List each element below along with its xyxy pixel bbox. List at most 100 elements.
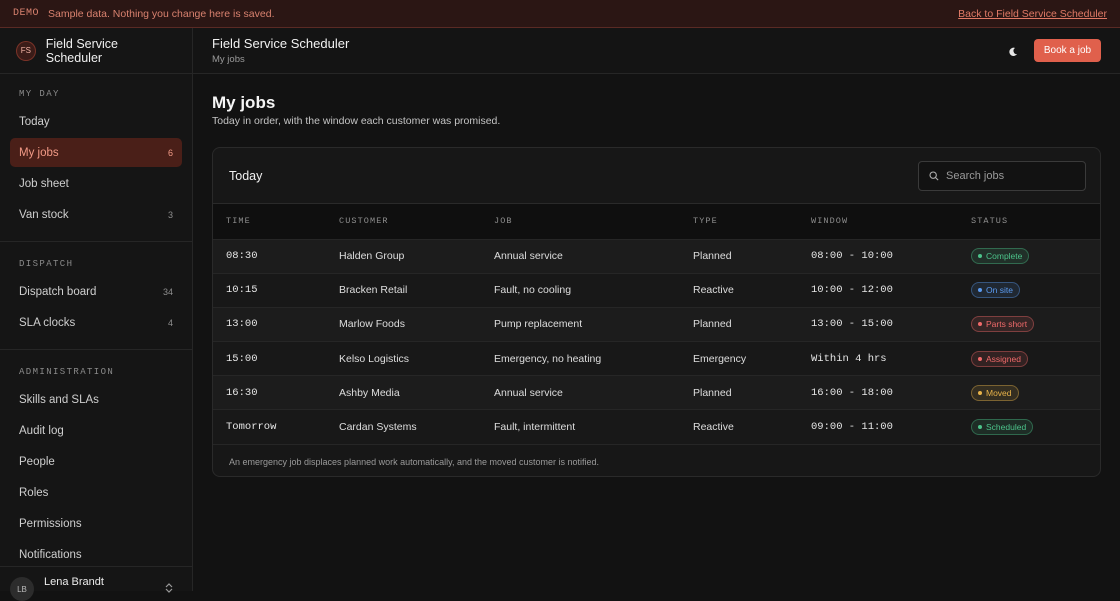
cell-job: Fault, intermittent bbox=[481, 410, 680, 444]
sidebar-nav: MY DAYTodayMy jobs6Job sheetVan stock3DI… bbox=[0, 74, 192, 591]
search-box[interactable] bbox=[918, 161, 1086, 191]
cell-type: Planned bbox=[680, 307, 798, 341]
top-header: Field Service Scheduler My jobs Book a j… bbox=[193, 28, 1120, 74]
page-title: My jobs bbox=[212, 93, 275, 113]
sidebar-item-notifications[interactable]: Notifications bbox=[10, 540, 182, 569]
sidebar-item-label: Permissions bbox=[19, 518, 82, 530]
cell-customer: Halden Group bbox=[326, 239, 481, 273]
cell-status: Complete bbox=[958, 239, 1101, 273]
cell-type: Emergency bbox=[680, 342, 798, 376]
nav-section-title: MY DAY bbox=[0, 89, 192, 99]
cell-time: 08:30 bbox=[213, 239, 326, 273]
cell-job: Emergency, no heating bbox=[481, 342, 680, 376]
book-job-button[interactable]: Book a job bbox=[1034, 39, 1101, 62]
cell-status: Scheduled bbox=[958, 410, 1101, 444]
sidebar-item-label: Job sheet bbox=[19, 178, 69, 190]
column-header-status[interactable]: STATUS bbox=[958, 204, 1101, 239]
table-row[interactable]: 15:00Kelso LogisticsEmergency, no heatin… bbox=[213, 342, 1101, 376]
theme-toggle-button[interactable] bbox=[1003, 42, 1023, 62]
cell-status: Assigned bbox=[958, 342, 1101, 376]
user-footer[interactable]: LB Lena Brandt bbox=[0, 566, 192, 591]
status-dot bbox=[978, 254, 982, 258]
status-label: Scheduled bbox=[986, 422, 1026, 432]
cell-window: 16:00 - 18:00 bbox=[798, 376, 958, 410]
sidebar-item-count: 4 bbox=[168, 318, 173, 328]
brand[interactable]: FS Field Service Scheduler bbox=[0, 28, 192, 74]
cell-customer: Marlow Foods bbox=[326, 307, 481, 341]
cell-status: On site bbox=[958, 273, 1101, 307]
cell-type: Reactive bbox=[680, 410, 798, 444]
nav-section-title: ADMINISTRATION bbox=[0, 367, 192, 377]
page-subtitle: Today in order, with the window each cus… bbox=[212, 115, 500, 127]
sidebar: FS Field Service Scheduler MY DAYTodayMy… bbox=[0, 28, 193, 591]
cell-window: 10:00 - 12:00 bbox=[798, 273, 958, 307]
card-footnote: An emergency job displaces planned work … bbox=[213, 444, 1100, 477]
back-link[interactable]: Back to Field Service Scheduler bbox=[958, 8, 1107, 20]
status-dot bbox=[978, 425, 982, 429]
sidebar-item-permissions[interactable]: Permissions bbox=[10, 509, 182, 538]
search-icon bbox=[929, 171, 939, 181]
status-dot bbox=[978, 391, 982, 395]
sidebar-item-label: Roles bbox=[19, 487, 48, 499]
brand-logo: FS bbox=[16, 41, 36, 61]
cell-type: Planned bbox=[680, 376, 798, 410]
moon-icon bbox=[1008, 47, 1018, 57]
demo-message: Sample data. Nothing you change here is … bbox=[48, 8, 274, 20]
status-badge: Moved bbox=[971, 385, 1019, 401]
sidebar-item-audit-log[interactable]: Audit log bbox=[10, 416, 182, 445]
table-row[interactable]: 16:30Ashby MediaAnnual servicePlanned16:… bbox=[213, 376, 1101, 410]
search-input[interactable] bbox=[946, 170, 1076, 182]
sidebar-item-van-stock[interactable]: Van stock3 bbox=[10, 200, 182, 229]
sidebar-item-job-sheet[interactable]: Job sheet bbox=[10, 169, 182, 198]
cell-time: Tomorrow bbox=[213, 410, 326, 444]
status-badge: Scheduled bbox=[971, 419, 1033, 435]
sidebar-item-label: My jobs bbox=[19, 147, 59, 159]
header-subtitle: My jobs bbox=[212, 54, 245, 65]
sidebar-item-skills-and-slas[interactable]: Skills and SLAs bbox=[10, 385, 182, 414]
sidebar-item-sla-clocks[interactable]: SLA clocks4 bbox=[10, 308, 182, 337]
cell-job: Annual service bbox=[481, 239, 680, 273]
sidebar-item-my-jobs[interactable]: My jobs 6 bbox=[10, 138, 182, 167]
table-row[interactable]: 13:00Marlow FoodsPump replacementPlanned… bbox=[213, 307, 1101, 341]
chevron-updown-icon[interactable] bbox=[165, 583, 173, 596]
status-dot bbox=[978, 288, 982, 292]
cell-status: Parts short bbox=[958, 307, 1101, 341]
cell-window: 13:00 - 15:00 bbox=[798, 307, 958, 341]
table-row[interactable]: 10:15Bracken RetailFault, no coolingReac… bbox=[213, 273, 1101, 307]
table-row[interactable]: TomorrowCardan SystemsFault, intermitten… bbox=[213, 410, 1101, 444]
column-header-job[interactable]: JOB bbox=[481, 204, 680, 239]
column-header-type[interactable]: TYPE bbox=[680, 204, 798, 239]
column-header-window[interactable]: WINDOW bbox=[798, 204, 958, 239]
cell-customer: Kelso Logistics bbox=[326, 342, 481, 376]
cell-window: 09:00 - 11:00 bbox=[798, 410, 958, 444]
cell-time: 10:15 bbox=[213, 273, 326, 307]
sidebar-item-count: 6 bbox=[168, 148, 173, 158]
sidebar-item-roles[interactable]: Roles bbox=[10, 478, 182, 507]
status-badge: Assigned bbox=[971, 351, 1028, 367]
table-row[interactable]: 08:30Halden GroupAnnual servicePlanned08… bbox=[213, 239, 1101, 273]
cell-customer: Ashby Media bbox=[326, 376, 481, 410]
demo-banner: DEMO Sample data. Nothing you change her… bbox=[0, 0, 1120, 28]
status-dot bbox=[978, 322, 982, 326]
sidebar-item-dispatch-board[interactable]: Dispatch board34 bbox=[10, 277, 182, 306]
cell-job: Annual service bbox=[481, 376, 680, 410]
user-name: Lena Brandt bbox=[44, 576, 104, 588]
status-label: On site bbox=[986, 285, 1013, 295]
sidebar-item-label: Skills and SLAs bbox=[19, 394, 99, 406]
cell-customer: Cardan Systems bbox=[326, 410, 481, 444]
cell-job: Pump replacement bbox=[481, 307, 680, 341]
sidebar-item-today[interactable]: Today bbox=[10, 107, 182, 136]
sidebar-item-count: 3 bbox=[168, 210, 173, 220]
jobs-card: Today TIME CUSTOMER JOB TYPE WINDOW STAT… bbox=[212, 147, 1101, 477]
brand-name: Field Service Scheduler bbox=[46, 37, 176, 65]
sidebar-item-label: Notifications bbox=[19, 549, 82, 561]
header-title: Field Service Scheduler bbox=[212, 36, 349, 51]
cell-job: Fault, no cooling bbox=[481, 273, 680, 307]
column-header-customer[interactable]: CUSTOMER bbox=[326, 204, 481, 239]
status-badge: Parts short bbox=[971, 316, 1034, 332]
sidebar-item-label: Audit log bbox=[19, 425, 64, 437]
column-header-time[interactable]: TIME bbox=[213, 204, 326, 239]
table-header-row: TIME CUSTOMER JOB TYPE WINDOW STATUS bbox=[213, 204, 1101, 239]
sidebar-item-label: People bbox=[19, 456, 55, 468]
sidebar-item-people[interactable]: People bbox=[10, 447, 182, 476]
